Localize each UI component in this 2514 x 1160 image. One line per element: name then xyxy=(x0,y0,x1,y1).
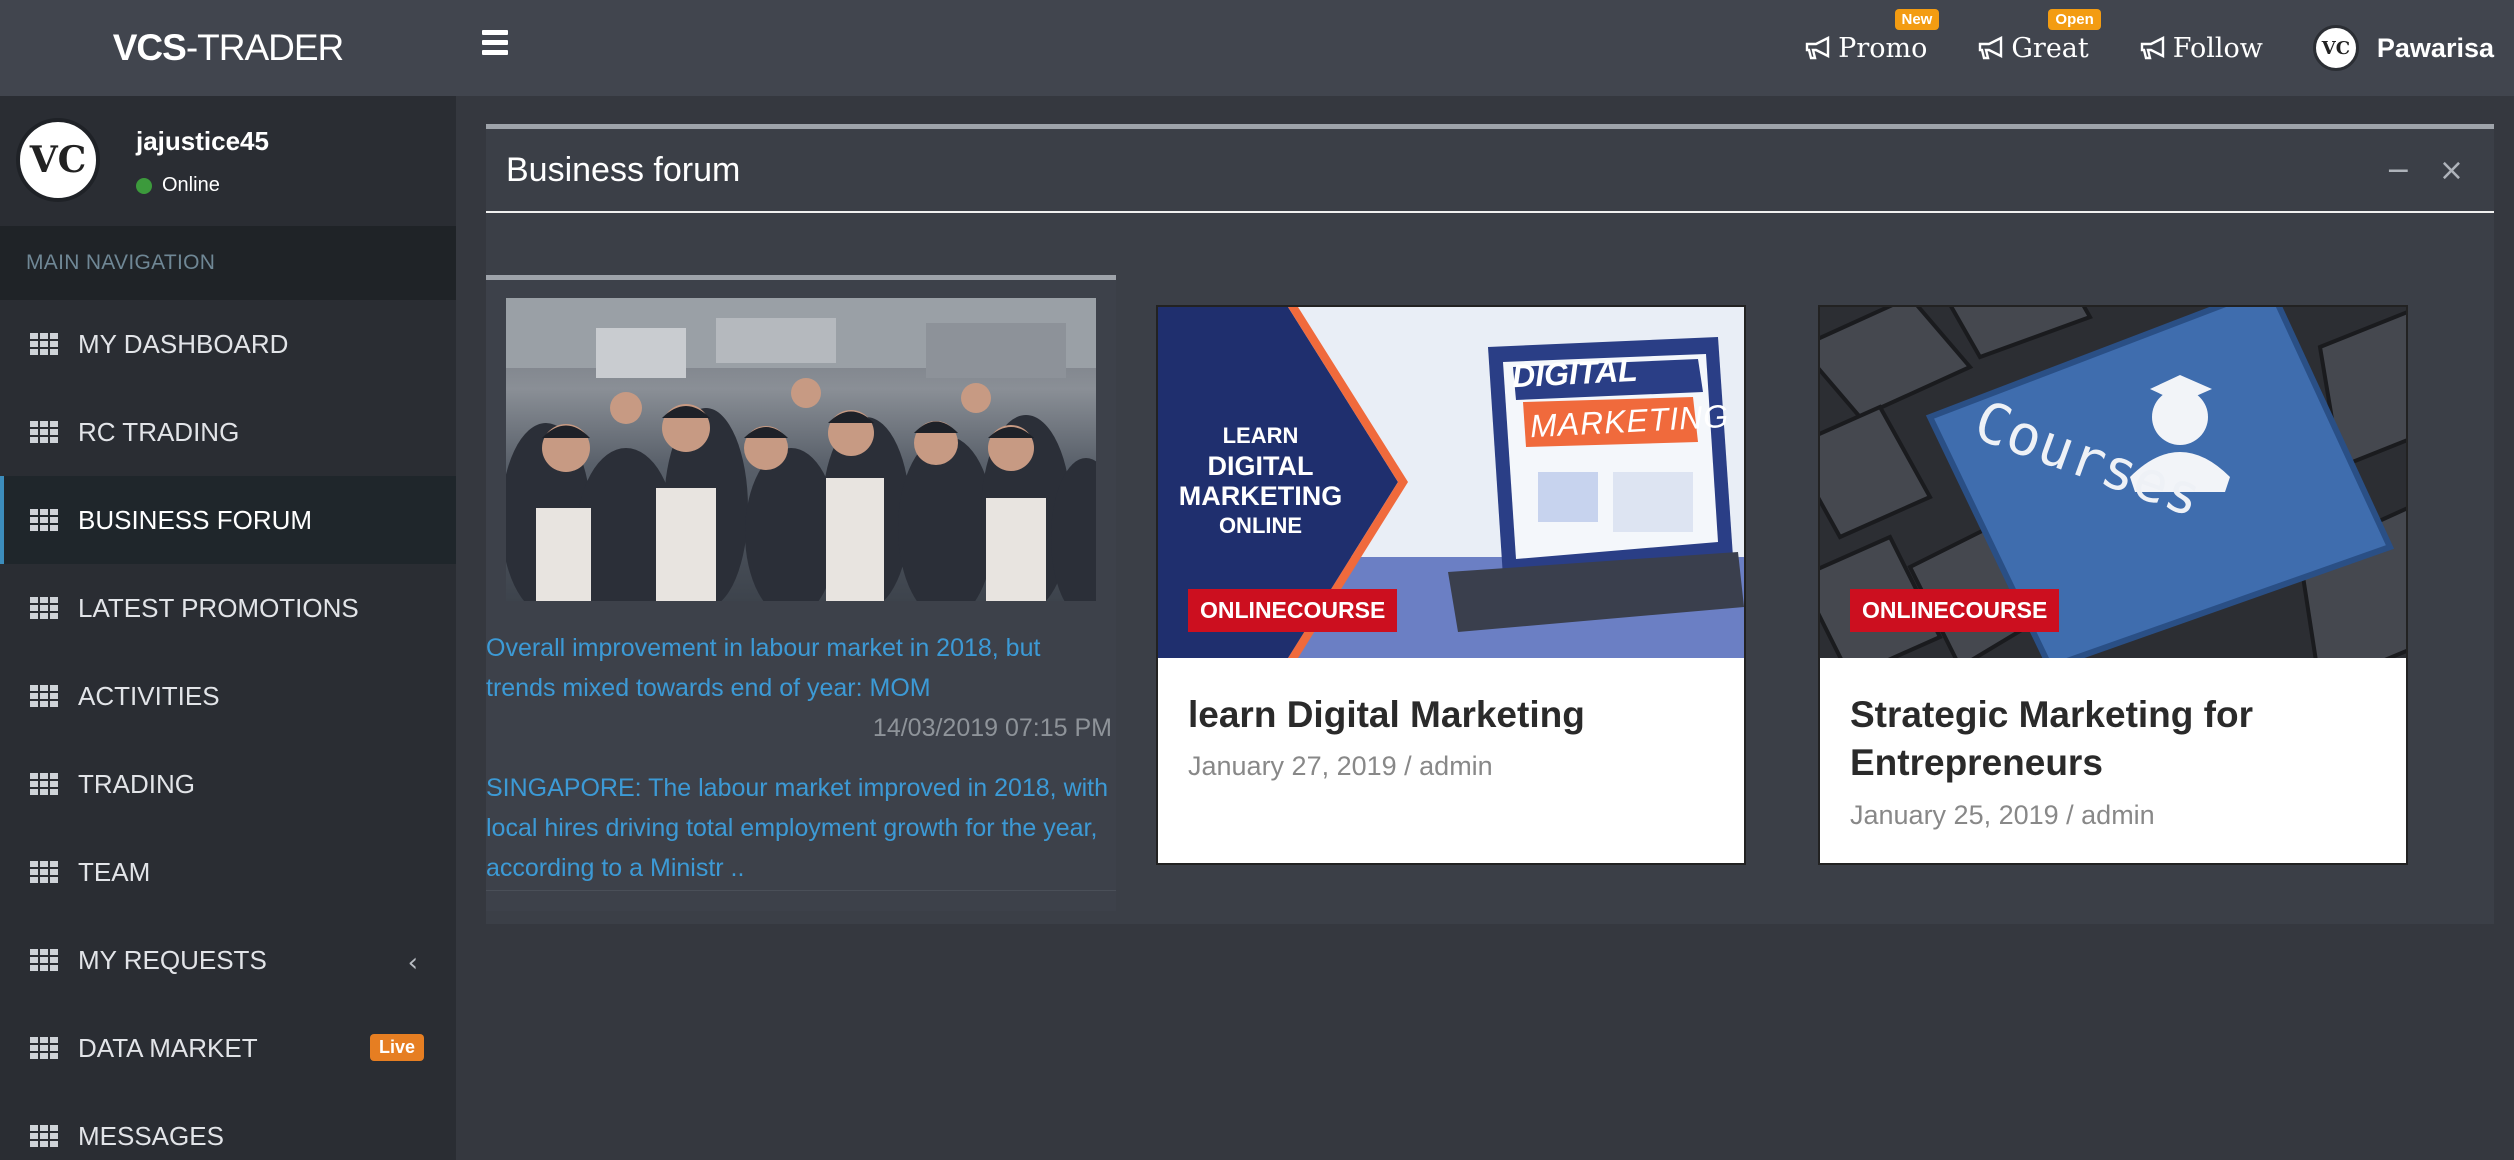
course-meta: January 25, 2019 / admin xyxy=(1850,800,2155,830)
sidebar-item-label: LATEST PROMOTIONS xyxy=(78,592,359,623)
business-forum-box: Business forum − × Overall improvement i… xyxy=(486,124,2494,924)
menu-toggle-icon[interactable] xyxy=(482,30,514,62)
news-photo[interactable] xyxy=(506,298,1096,601)
sidebar-item-label: RC TRADING xyxy=(78,416,240,447)
grid-icon xyxy=(30,597,58,619)
grid-icon xyxy=(30,421,58,443)
sidebar-item-my-requests[interactable]: MY REQUESTS ‹ xyxy=(0,916,456,1004)
sidebar-item-label: MY REQUESTS xyxy=(78,944,267,975)
sidebar-item-my-dashboard[interactable]: MY DASHBOARD xyxy=(0,300,456,388)
sidebar-item-business-forum[interactable]: BUSINESS FORUM xyxy=(0,476,456,564)
top-links: Promo New Great Open Follow VC Pawarisa xyxy=(1804,0,2514,96)
sidebar-item-label: DATA MARKET xyxy=(78,1032,258,1063)
megaphone-icon xyxy=(2140,36,2164,60)
sidebar-item-label: MY DASHBOARD xyxy=(78,328,289,359)
news-item: Overall improvement in labour market in … xyxy=(486,275,1116,911)
online-dot-icon xyxy=(136,177,152,194)
category-badge[interactable]: ONLINECOURSE xyxy=(1188,589,1398,632)
avatar: VC xyxy=(2312,25,2359,71)
grid-icon xyxy=(30,861,58,883)
open-badge: Open xyxy=(2048,8,2101,30)
news-date: 14/03/2019 07:15 PM xyxy=(872,714,1112,742)
sidebar-user-name: jajustice45 xyxy=(136,126,269,156)
user-status: Online xyxy=(136,174,220,197)
screen-text-digital: DIGITAL xyxy=(1511,351,1639,395)
logo-bold: VCS xyxy=(112,27,187,68)
minimize-icon[interactable]: − xyxy=(2386,153,2411,188)
course-card[interactable]: LEARN DIGITAL MARKETING ONLINE DIGITAL M… xyxy=(1156,305,1746,865)
grid-icon xyxy=(30,1125,58,1147)
news-excerpt-link[interactable]: SINGAPORE: The labour market improved in… xyxy=(486,768,1116,891)
sidebar-item-activities[interactable]: ACTIVITIES xyxy=(0,652,456,740)
grid-icon xyxy=(30,333,58,355)
new-badge: New xyxy=(1894,8,1940,30)
user-name: Pawarisa xyxy=(2376,32,2494,63)
live-badge: Live xyxy=(369,1034,424,1061)
box-header: Business forum − × xyxy=(486,129,2494,213)
user-menu[interactable]: VC Pawarisa xyxy=(2312,25,2494,71)
sidebar-item-latest-promotions[interactable]: LATEST PROMOTIONS xyxy=(0,564,456,652)
avatar: VC xyxy=(16,118,100,202)
grid-icon xyxy=(30,685,58,707)
megaphone-icon xyxy=(1979,36,2003,60)
course-card[interactable]: Courses ONLINECOURSE Strategic Marketing… xyxy=(1818,305,2408,865)
chevron-left-icon: ‹ xyxy=(407,948,418,978)
grid-icon xyxy=(30,1037,58,1059)
sidebar-item-label: MESSAGES xyxy=(78,1120,224,1151)
grid-icon xyxy=(30,509,58,531)
sidebar-item-messages[interactable]: MESSAGES xyxy=(0,1092,456,1160)
box-tools: − × xyxy=(2386,153,2464,188)
course-image[interactable]: Courses ONLINECOURSE xyxy=(1820,307,2406,658)
category-badge[interactable]: ONLINECOURSE xyxy=(1850,589,2060,632)
course-meta: January 27, 2019 / admin xyxy=(1188,751,1493,781)
promo-label: Promo xyxy=(1838,32,1928,64)
sidebar-item-label: TEAM xyxy=(78,856,151,887)
sidebar-item-rc-trading[interactable]: RC TRADING xyxy=(0,388,456,476)
sidebar-item-team[interactable]: TEAM xyxy=(0,828,456,916)
top-navbar: VCS-TRADER Promo New Great Open Follow V… xyxy=(0,0,2514,96)
logo-rest: -TRADER xyxy=(185,27,344,68)
megaphone-icon xyxy=(1805,36,1830,60)
grid-icon xyxy=(30,949,58,971)
close-icon[interactable]: × xyxy=(2439,153,2464,188)
sidebar-item-label: BUSINESS FORUM xyxy=(78,504,313,535)
logo[interactable]: VCS-TRADER xyxy=(0,0,456,96)
great-link[interactable]: Great Open xyxy=(1977,8,2101,64)
promo-link[interactable]: Promo New xyxy=(1804,8,1940,64)
sidebar-item-trading[interactable]: TRADING xyxy=(0,740,456,828)
grid-icon xyxy=(30,773,58,795)
nav-header: MAIN NAVIGATION xyxy=(0,226,456,300)
news-title-link[interactable]: Overall improvement in labour market in … xyxy=(486,628,1116,708)
sidebar-item-label: TRADING xyxy=(78,768,195,799)
sidebar-item-label: ACTIVITIES xyxy=(78,680,220,711)
sidebar: VC jajustice45 Online MAIN NAVIGATION MY… xyxy=(0,96,456,1160)
course-title-link[interactable]: Strategic Marketing for Entrepreneurs xyxy=(1850,691,2380,787)
course-image-text: LEARN DIGITAL MARKETING ONLINE xyxy=(1178,423,1343,538)
page-title: Business forum xyxy=(506,151,741,189)
follow-label: Follow xyxy=(2172,32,2263,64)
course-image[interactable]: LEARN DIGITAL MARKETING ONLINE DIGITAL M… xyxy=(1158,307,1744,658)
course-title-link[interactable]: learn Digital Marketing xyxy=(1188,691,1718,739)
great-label: Great xyxy=(2011,32,2089,64)
sidebar-item-data-market[interactable]: DATA MARKET Live xyxy=(0,1004,456,1092)
follow-link[interactable]: Follow xyxy=(2139,33,2263,64)
user-panel: VC jajustice45 Online xyxy=(0,96,456,226)
status-text: Online xyxy=(162,174,220,196)
